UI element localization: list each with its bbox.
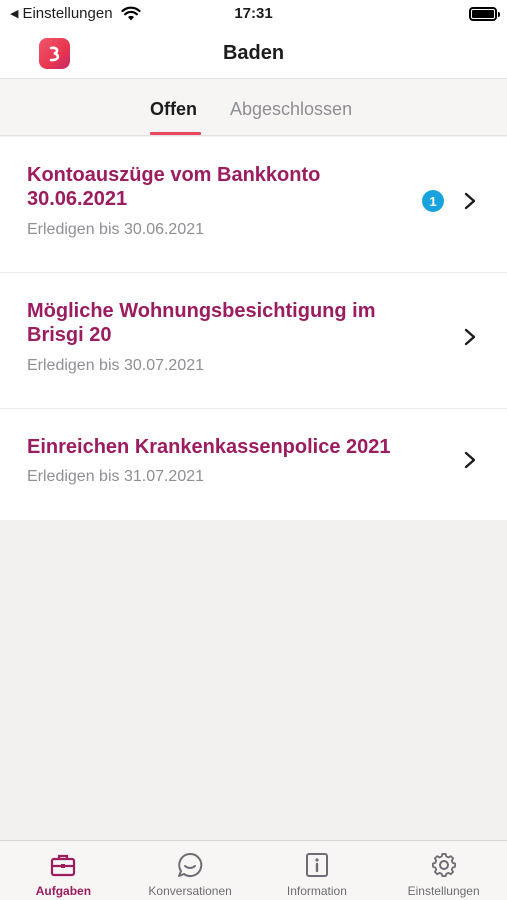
task-due-date: Erledigen bis 30.07.2021: [27, 357, 205, 374]
task-title: Einreichen Krankenkassenpolice 2021: [27, 436, 391, 458]
status-time: 17:31: [234, 5, 273, 22]
task-due-date: Erledigen bis 31.07.2021: [27, 468, 205, 485]
tab-bar-label: Konversationen: [148, 884, 232, 898]
chat-bubble-icon: [178, 852, 203, 877]
navigation-bar: Baden: [0, 30, 507, 78]
task-due-date: Erledigen bis 30.06.2021: [27, 221, 205, 238]
tab-bar-label: Einstellungen: [407, 884, 480, 898]
active-tab-indicator: [150, 132, 201, 135]
task-title: Mögliche Wohnungsbesichtigung im Brisgi …: [27, 300, 376, 346]
tab-bar-tasks[interactable]: Aufgaben: [0, 841, 127, 900]
tab-bar-conversations[interactable]: Konversationen: [127, 841, 254, 900]
chevron-right-icon: [464, 192, 476, 210]
unread-count-badge: 1: [422, 190, 444, 212]
tab-open[interactable]: Offen: [150, 99, 197, 120]
page-title: Baden: [222, 42, 285, 64]
task-list-item[interactable]: Mögliche Wohnungsbesichtigung im Brisgi …: [0, 273, 507, 409]
bottom-tab-bar: Aufgaben Konversationen Information Eins…: [0, 840, 507, 900]
chevron-right-icon: [464, 328, 476, 346]
task-list-item[interactable]: Kontoauszüge vom Bankkonto 30.06.2021 Er…: [0, 137, 507, 273]
tab-bar-settings[interactable]: Einstellungen: [380, 841, 507, 900]
task-list-item[interactable]: Einreichen Krankenkassenpolice 2021 Erle…: [0, 409, 507, 520]
info-document-icon: [305, 853, 328, 877]
tab-bar-label: Aufgaben: [35, 884, 92, 898]
tab-completed[interactable]: Abgeschlossen: [230, 99, 352, 120]
tab-bar-label: Information: [286, 884, 347, 898]
tab-bar-information[interactable]: Information: [254, 841, 381, 900]
task-title: Kontoauszüge vom Bankkonto 30.06.2021: [27, 164, 321, 210]
gear-icon: [431, 853, 456, 877]
battery-icon: [469, 7, 500, 21]
briefcase-icon: [51, 854, 76, 877]
chevron-right-icon: [464, 451, 476, 469]
task-list: Kontoauszüge vom Bankkonto 30.06.2021 Er…: [0, 137, 507, 520]
status-bar: ◀ Einstellungen 17:31: [0, 0, 507, 30]
task-filter-tabs: Offen Abgeschlossen: [0, 78, 507, 136]
